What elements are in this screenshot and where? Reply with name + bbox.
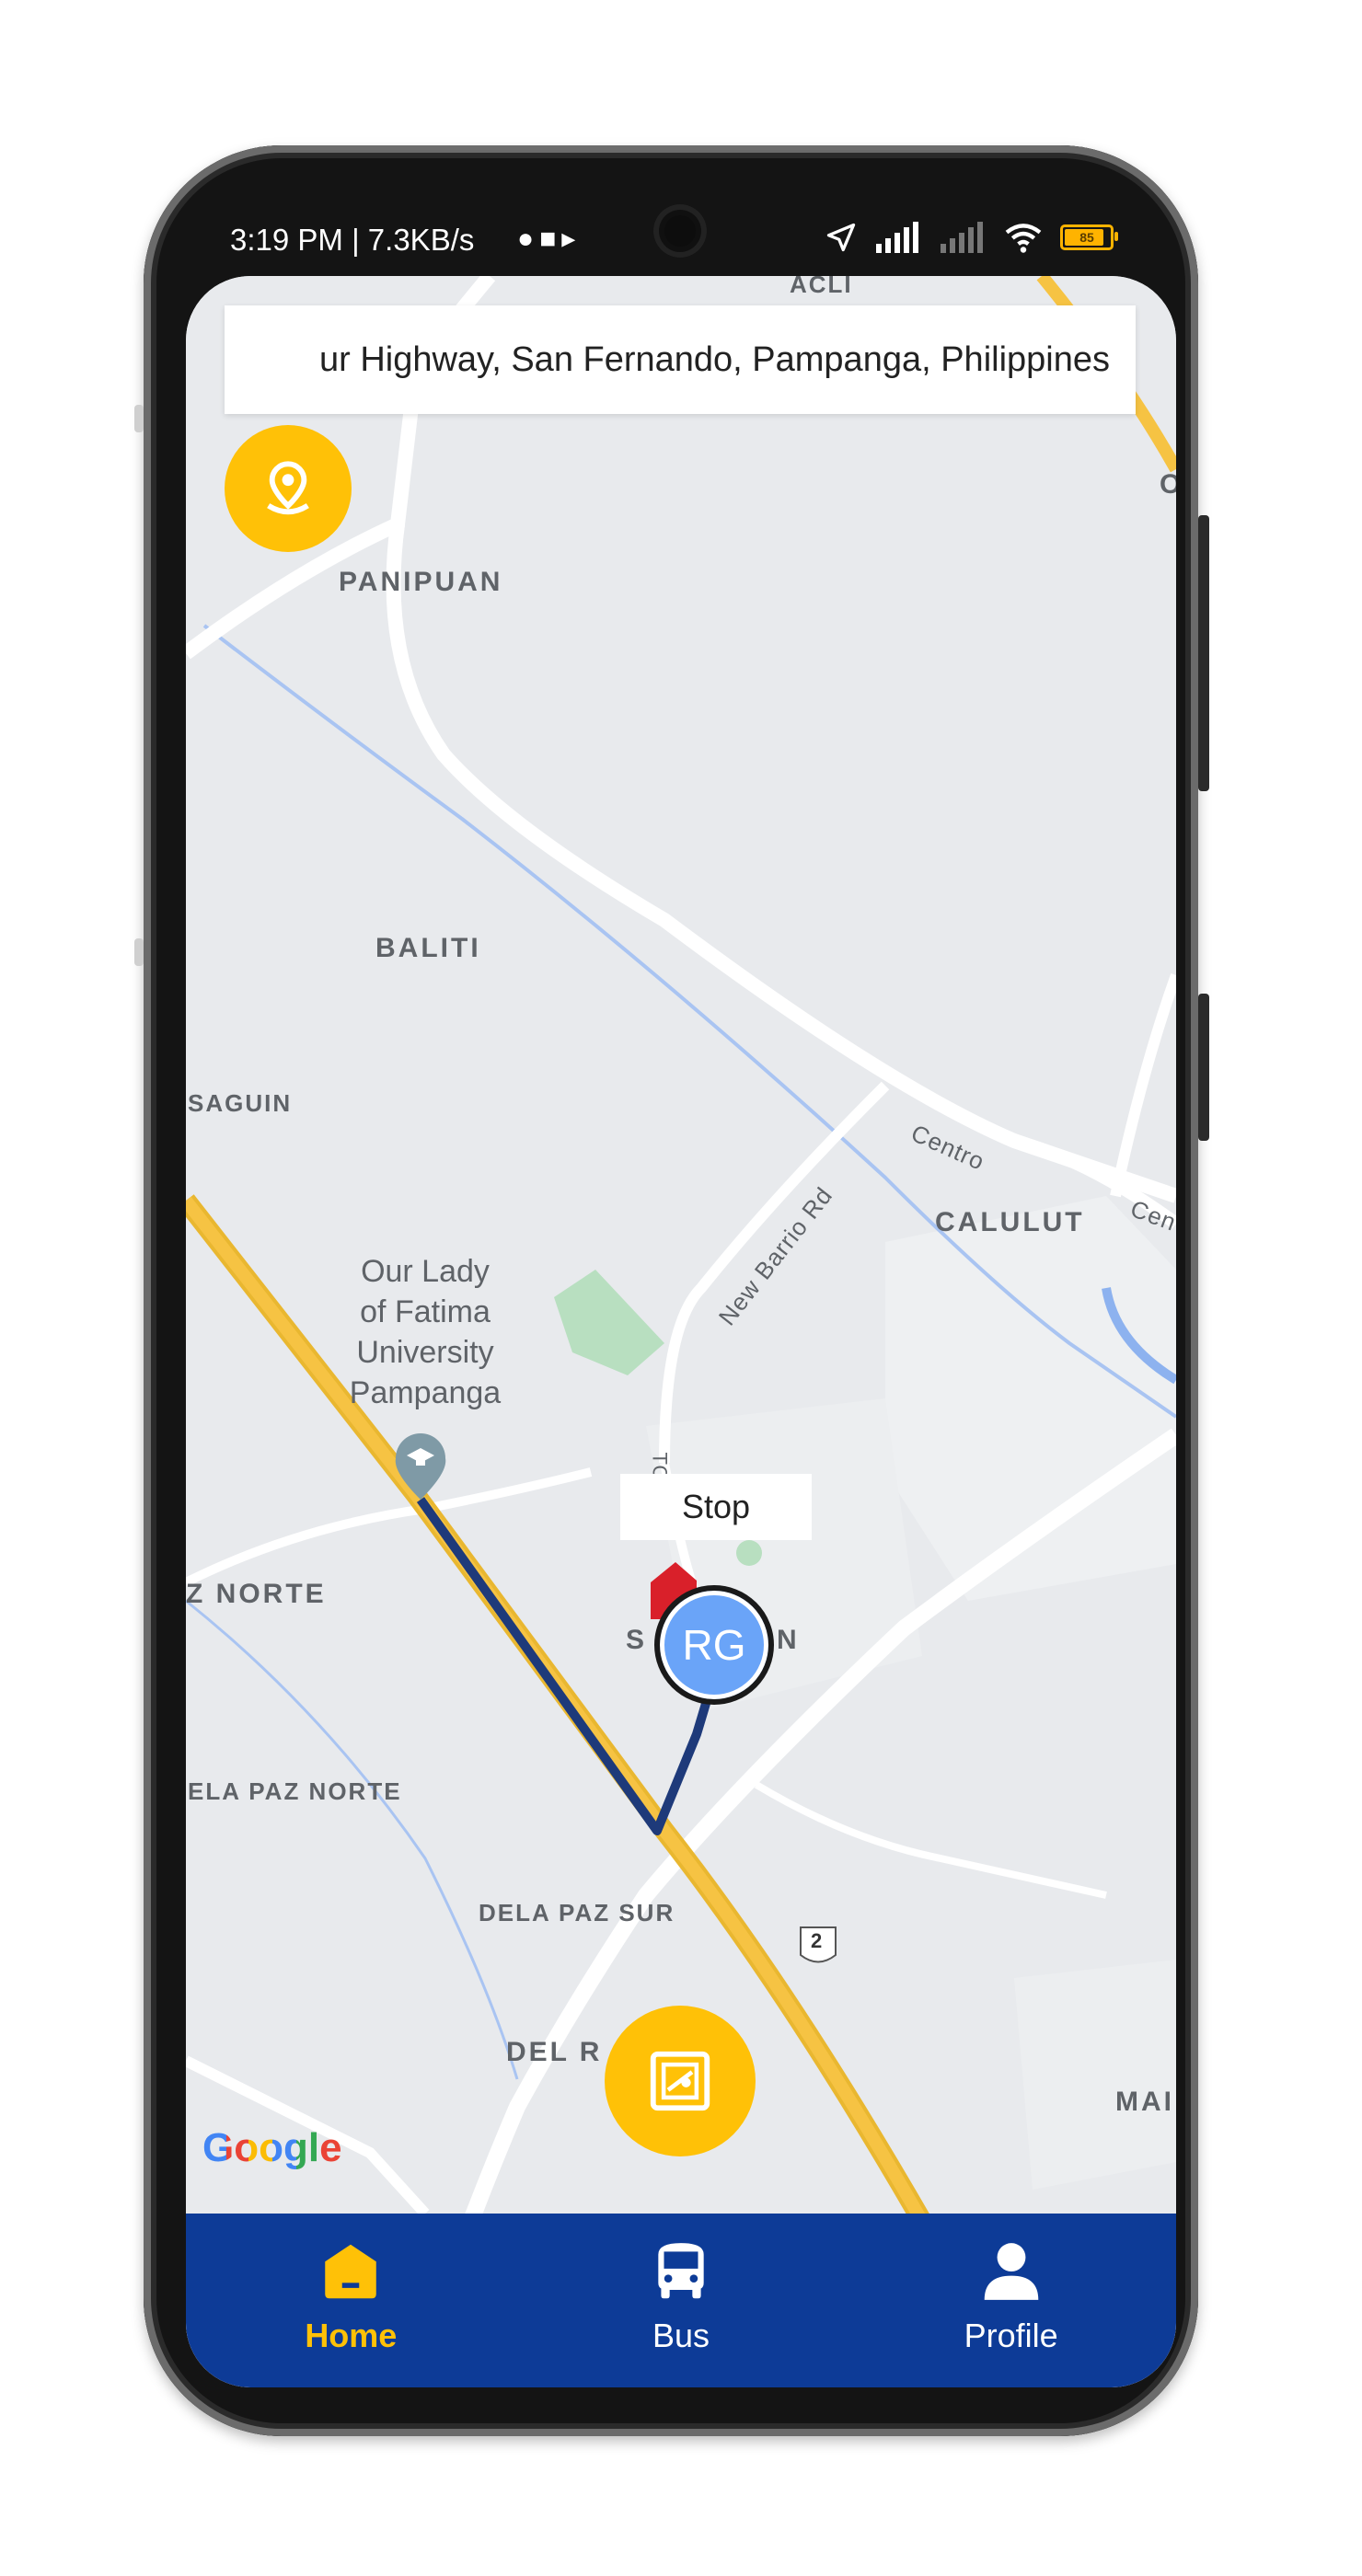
wifi-icon	[1005, 224, 1042, 253]
map-label-acli: ACLI	[790, 276, 853, 298]
google-logo: Google	[202, 2125, 342, 2171]
play-icon: ▸	[561, 224, 582, 254]
nav-bus-label: Bus	[652, 2317, 710, 2354]
map-label-saguin: SAGUIN	[188, 1089, 293, 1117]
profile-icon	[984, 2243, 1038, 2300]
chat-icon: ●	[517, 224, 540, 254]
map-label-panipuan: PANIPUAN	[339, 567, 503, 597]
nav-profile-label: Profile	[964, 2317, 1058, 2354]
status-right: 85	[825, 221, 1118, 254]
notification-icons: ●■▸	[517, 223, 581, 255]
poi-label-university[interactable]: Our Lady of Fatima University Pampanga	[315, 1251, 536, 1413]
map-label-z-norte: Z NORTE	[186, 1579, 327, 1609]
poi-line-2: of Fatima	[360, 1294, 491, 1329]
address-text: ur Highway, San Fernando, Pampanga, Phil…	[318, 339, 1110, 379]
scan-map-icon	[650, 2051, 710, 2111]
map-label-baliti: BALITI	[375, 933, 481, 963]
bottom-navigation: Home Bus Profile	[186, 2214, 1176, 2387]
map-label-mai: MAI	[1115, 2087, 1174, 2117]
address-search-bar[interactable]: ur Highway, San Fernando, Pampanga, Phil…	[225, 305, 1136, 414]
nav-profile[interactable]: Profile	[846, 2214, 1176, 2387]
power-button	[1198, 994, 1209, 1141]
map-label-n: N	[777, 1625, 800, 1655]
battery-icon: 85	[1060, 224, 1118, 250]
status-time: 3:19 PM | 7.3KB/s	[230, 223, 475, 257]
home-icon	[325, 2244, 377, 2299]
app-screen: ACLI O PANIPUAN BALITI SAGUIN CALULUT Ce…	[186, 276, 1176, 2387]
road-shield-number: 2	[811, 1929, 823, 1952]
poi-line-3: University	[356, 1335, 494, 1370]
map-label-dela-paz-sur: DELA PAZ SUR	[479, 1899, 675, 1926]
location-arrow-icon	[826, 223, 856, 252]
map-label-calulut: CALULUT	[935, 1207, 1085, 1237]
signal-weak-icon	[941, 222, 983, 253]
map-label-del-r: DEL R	[506, 2037, 603, 2067]
bus-icon	[658, 2243, 704, 2299]
nav-bus[interactable]: Bus	[516, 2214, 847, 2387]
poi-line-1: Our Lady	[361, 1254, 490, 1289]
scan-button[interactable]	[605, 2006, 756, 2156]
left-button-2	[134, 938, 144, 966]
location-pin-icon	[267, 461, 309, 515]
nav-home[interactable]: Home	[186, 2214, 516, 2387]
my-location-button[interactable]	[225, 425, 352, 552]
nav-home-label: Home	[305, 2317, 398, 2354]
volume-button	[1198, 515, 1209, 791]
map-label-ela-paz-norte: ELA PAZ NORTE	[188, 1777, 402, 1805]
map-label-s: S	[626, 1625, 648, 1655]
stop-info-window[interactable]: Stop	[620, 1474, 812, 1540]
signal-icon	[876, 222, 918, 253]
left-button-1	[134, 405, 144, 432]
video-icon: ■	[539, 224, 562, 254]
map-label-o: O	[1160, 469, 1176, 500]
google-logo-text: Google	[202, 2125, 342, 2170]
battery-level: 85	[1079, 230, 1094, 245]
front-camera	[653, 204, 707, 258]
poi-line-4: Pampanga	[349, 1375, 502, 1410]
user-location-avatar[interactable]: RG	[654, 1585, 774, 1705]
